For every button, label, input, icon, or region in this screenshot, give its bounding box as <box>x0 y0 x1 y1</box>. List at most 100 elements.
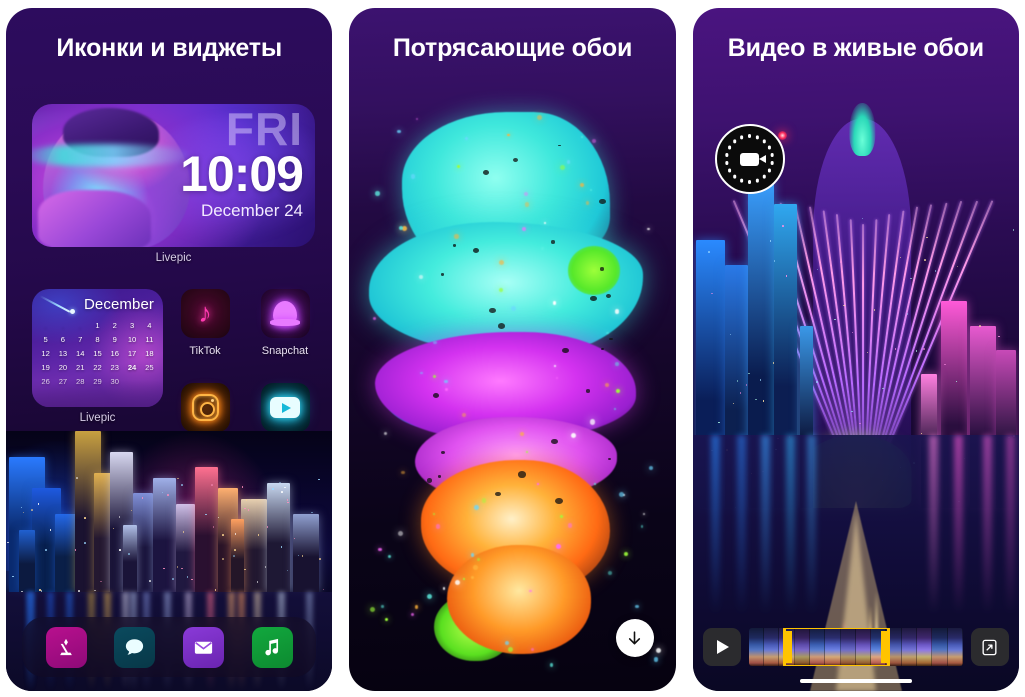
paint-droplet <box>433 375 436 378</box>
city-window-light <box>718 422 720 424</box>
instagram-icon[interactable] <box>181 383 230 432</box>
paint-speckle <box>498 323 505 329</box>
paint-droplet <box>381 605 383 607</box>
crop-resize-icon <box>980 638 999 657</box>
window-light <box>319 558 321 560</box>
app-icon-grid: ♪ TikTok Snapchat Instagram YouTube <box>174 289 316 451</box>
filmstrip-frame <box>856 628 871 666</box>
camera-ring-dot <box>748 134 751 137</box>
paint-speckle <box>600 267 604 270</box>
window-light <box>233 555 235 557</box>
paint-droplet <box>541 247 544 250</box>
paint-speckle <box>483 170 489 175</box>
paint-droplet <box>401 471 405 475</box>
filmstrip-frame <box>749 628 764 666</box>
clock-photo-widget[interactable]: FRI 10:09 December 24 <box>32 104 315 247</box>
paint-droplet <box>522 227 526 231</box>
download-button[interactable] <box>616 619 654 657</box>
snapchat-icon[interactable] <box>261 289 310 338</box>
camera-ring-dot <box>763 140 766 143</box>
paint-droplet <box>482 498 486 502</box>
paint-droplet <box>550 663 554 667</box>
window-light <box>222 558 224 560</box>
calendar-day: 9 <box>106 333 123 346</box>
mail-icon[interactable] <box>183 627 224 668</box>
city-window-light <box>979 325 981 327</box>
window-light <box>235 533 237 535</box>
calendar-day: 5 <box>37 333 54 346</box>
filmstrip-frame <box>810 628 825 666</box>
paint-droplet <box>619 492 624 497</box>
app-item-tiktok[interactable]: ♪ TikTok <box>174 289 236 357</box>
paint-droplet <box>420 372 422 374</box>
music-icon[interactable] <box>252 627 293 668</box>
paint-speckle <box>427 478 433 482</box>
paint-speckle <box>551 240 556 244</box>
panel-wallpapers: Потрясающие обои <box>349 8 675 691</box>
app-store-icon[interactable] <box>46 627 87 668</box>
paint-droplet <box>411 613 414 616</box>
paint-droplet <box>567 160 570 163</box>
youtube-icon[interactable] <box>261 383 310 432</box>
paint-droplet <box>647 228 650 231</box>
paint-speckle <box>586 389 590 392</box>
calendar-day: 6 <box>54 333 71 346</box>
camera-ring-dot <box>756 136 759 139</box>
paint-droplet <box>615 362 619 366</box>
city-window-light <box>859 423 861 425</box>
paint-droplet <box>643 513 645 515</box>
window-light <box>38 503 40 505</box>
city-window-light <box>773 362 775 364</box>
camera-ring-dot <box>728 146 731 149</box>
paint-droplet <box>433 341 436 344</box>
river-light-reflection <box>929 435 938 614</box>
paint-droplet <box>373 317 376 320</box>
paint-droplet <box>537 483 539 485</box>
paint-droplet <box>471 553 474 556</box>
paint-droplet <box>433 513 435 515</box>
paint-droplet <box>571 433 576 438</box>
building <box>195 467 218 592</box>
widget-clock-stack: FRI 10:09 December 24 <box>180 108 303 219</box>
paint-droplet <box>474 505 479 510</box>
city-window-light <box>935 270 937 272</box>
window-light <box>244 569 246 571</box>
crop-resize-button[interactable] <box>971 628 1009 666</box>
calendar-blank: . <box>37 319 54 332</box>
camera-ring-dot <box>756 179 759 182</box>
paint-droplet <box>397 130 401 134</box>
city-window-light <box>746 384 748 386</box>
play-button[interactable] <box>703 628 741 666</box>
camera-ring-dot <box>728 169 731 172</box>
app-item-snapchat[interactable]: Snapchat <box>254 289 316 357</box>
filmstrip-frame <box>764 628 779 666</box>
calendar-blank: . <box>72 319 89 332</box>
calendar-day: 2 <box>106 319 123 332</box>
calendar-month: December <box>84 296 154 313</box>
camera-ring-dot <box>740 136 743 139</box>
messages-icon[interactable] <box>114 627 155 668</box>
paint-droplet <box>606 332 608 334</box>
paint-droplet <box>398 531 403 536</box>
window-light <box>84 542 86 544</box>
window-light <box>272 488 274 490</box>
calendar-widget[interactable]: December ...1234567891011121314151617181… <box>32 289 163 407</box>
video-camera-button[interactable] <box>715 124 785 194</box>
calendar-day: 15 <box>89 347 106 360</box>
paint-speckle <box>438 475 441 478</box>
tiktok-icon[interactable]: ♪ <box>181 289 230 338</box>
camera-ring-dot <box>763 175 766 178</box>
city-window-light <box>874 309 876 311</box>
panel-icons-widgets: Иконки и виджеты FRI 10:09 December 24 L… <box>6 8 332 691</box>
city-window-light <box>711 293 713 295</box>
river-light-reflection <box>786 435 795 614</box>
filmstrip-scrubber[interactable] <box>749 628 963 666</box>
building <box>123 525 136 593</box>
window-light <box>222 534 224 536</box>
city-window-light <box>782 225 784 227</box>
city-window-light <box>708 251 710 253</box>
paint-droplet <box>443 587 446 590</box>
river-light-reflection <box>761 435 770 614</box>
city-window-light <box>851 411 853 413</box>
paint-speckle <box>555 498 563 504</box>
